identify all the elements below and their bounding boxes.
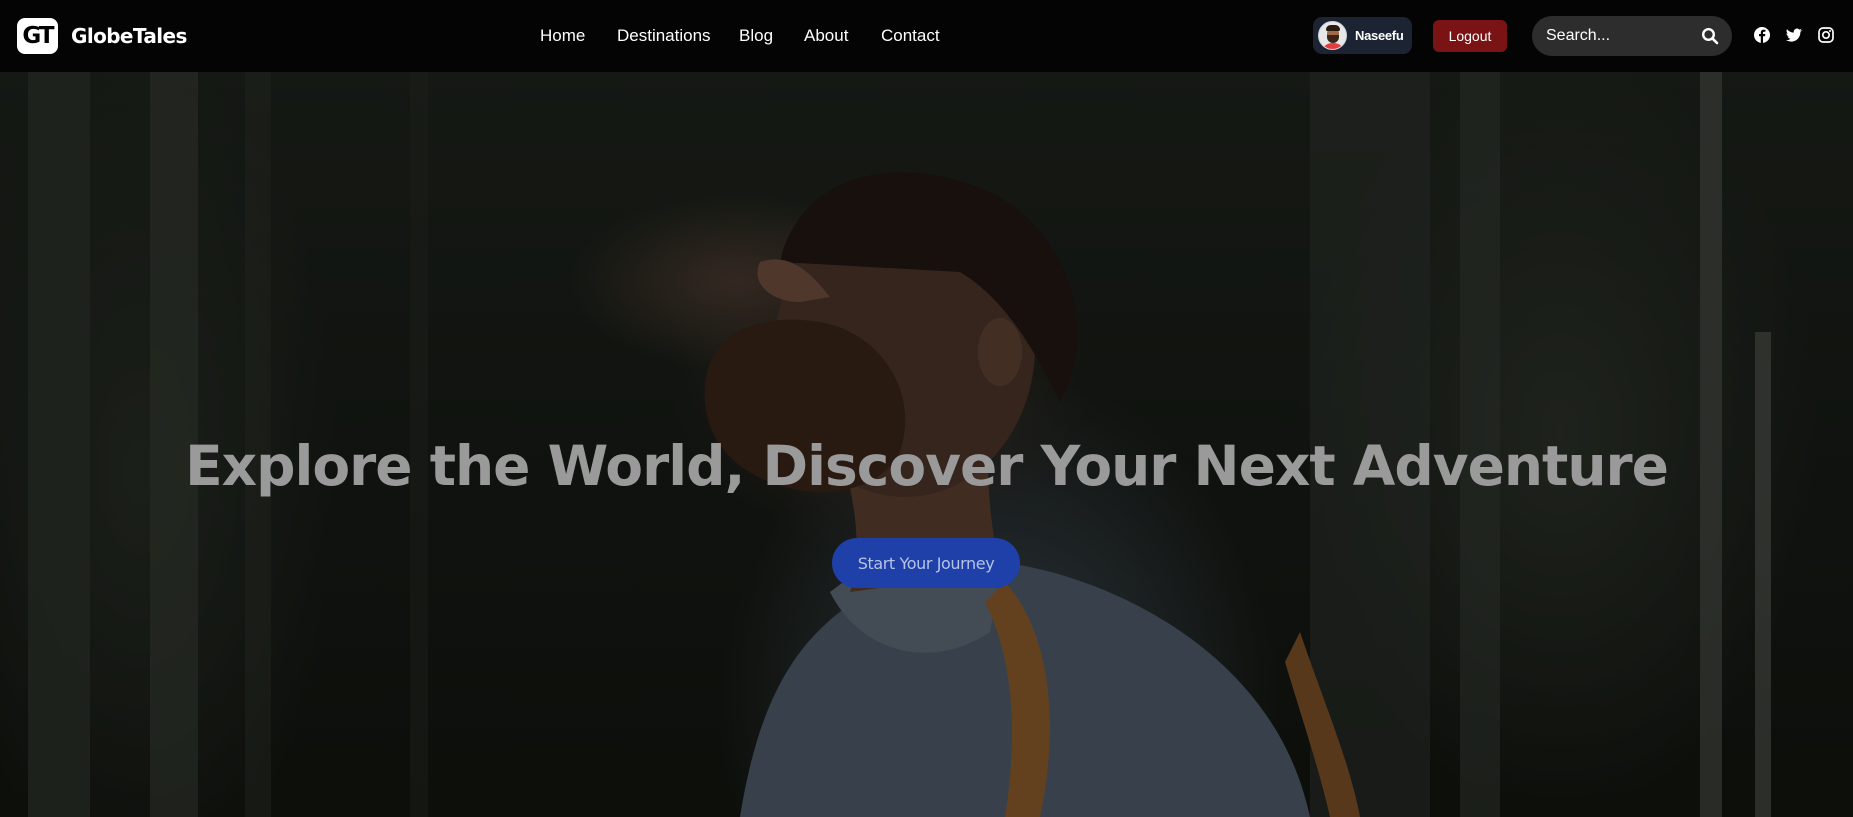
nav-link-about[interactable]: About [804,25,848,47]
search-box [1532,16,1732,56]
nav-link-home[interactable]: Home [540,25,585,47]
navbar: GT GlobeTales Home Destinations Blog Abo… [0,0,1853,72]
nav-link-destinations[interactable]: Destinations [617,25,711,47]
nav-link-contact[interactable]: Contact [881,25,940,47]
twitter-icon[interactable] [1785,26,1803,44]
instagram-icon[interactable] [1817,26,1835,44]
logout-button[interactable]: Logout [1433,20,1507,52]
avatar [1318,21,1347,50]
search-input[interactable] [1546,24,1696,48]
nav-link-blog[interactable]: Blog [739,25,773,47]
hero-section: Explore the World, Discover Your Next Ad… [0,72,1853,817]
facebook-icon[interactable] [1753,26,1771,44]
hero-title: Explore the World, Discover Your Next Ad… [185,434,1669,498]
user-profile-chip[interactable]: Naseefu [1313,17,1412,54]
user-name: Naseefu [1355,28,1404,43]
search-icon[interactable] [1701,27,1719,45]
start-journey-button[interactable]: Start Your Journey [832,538,1020,588]
